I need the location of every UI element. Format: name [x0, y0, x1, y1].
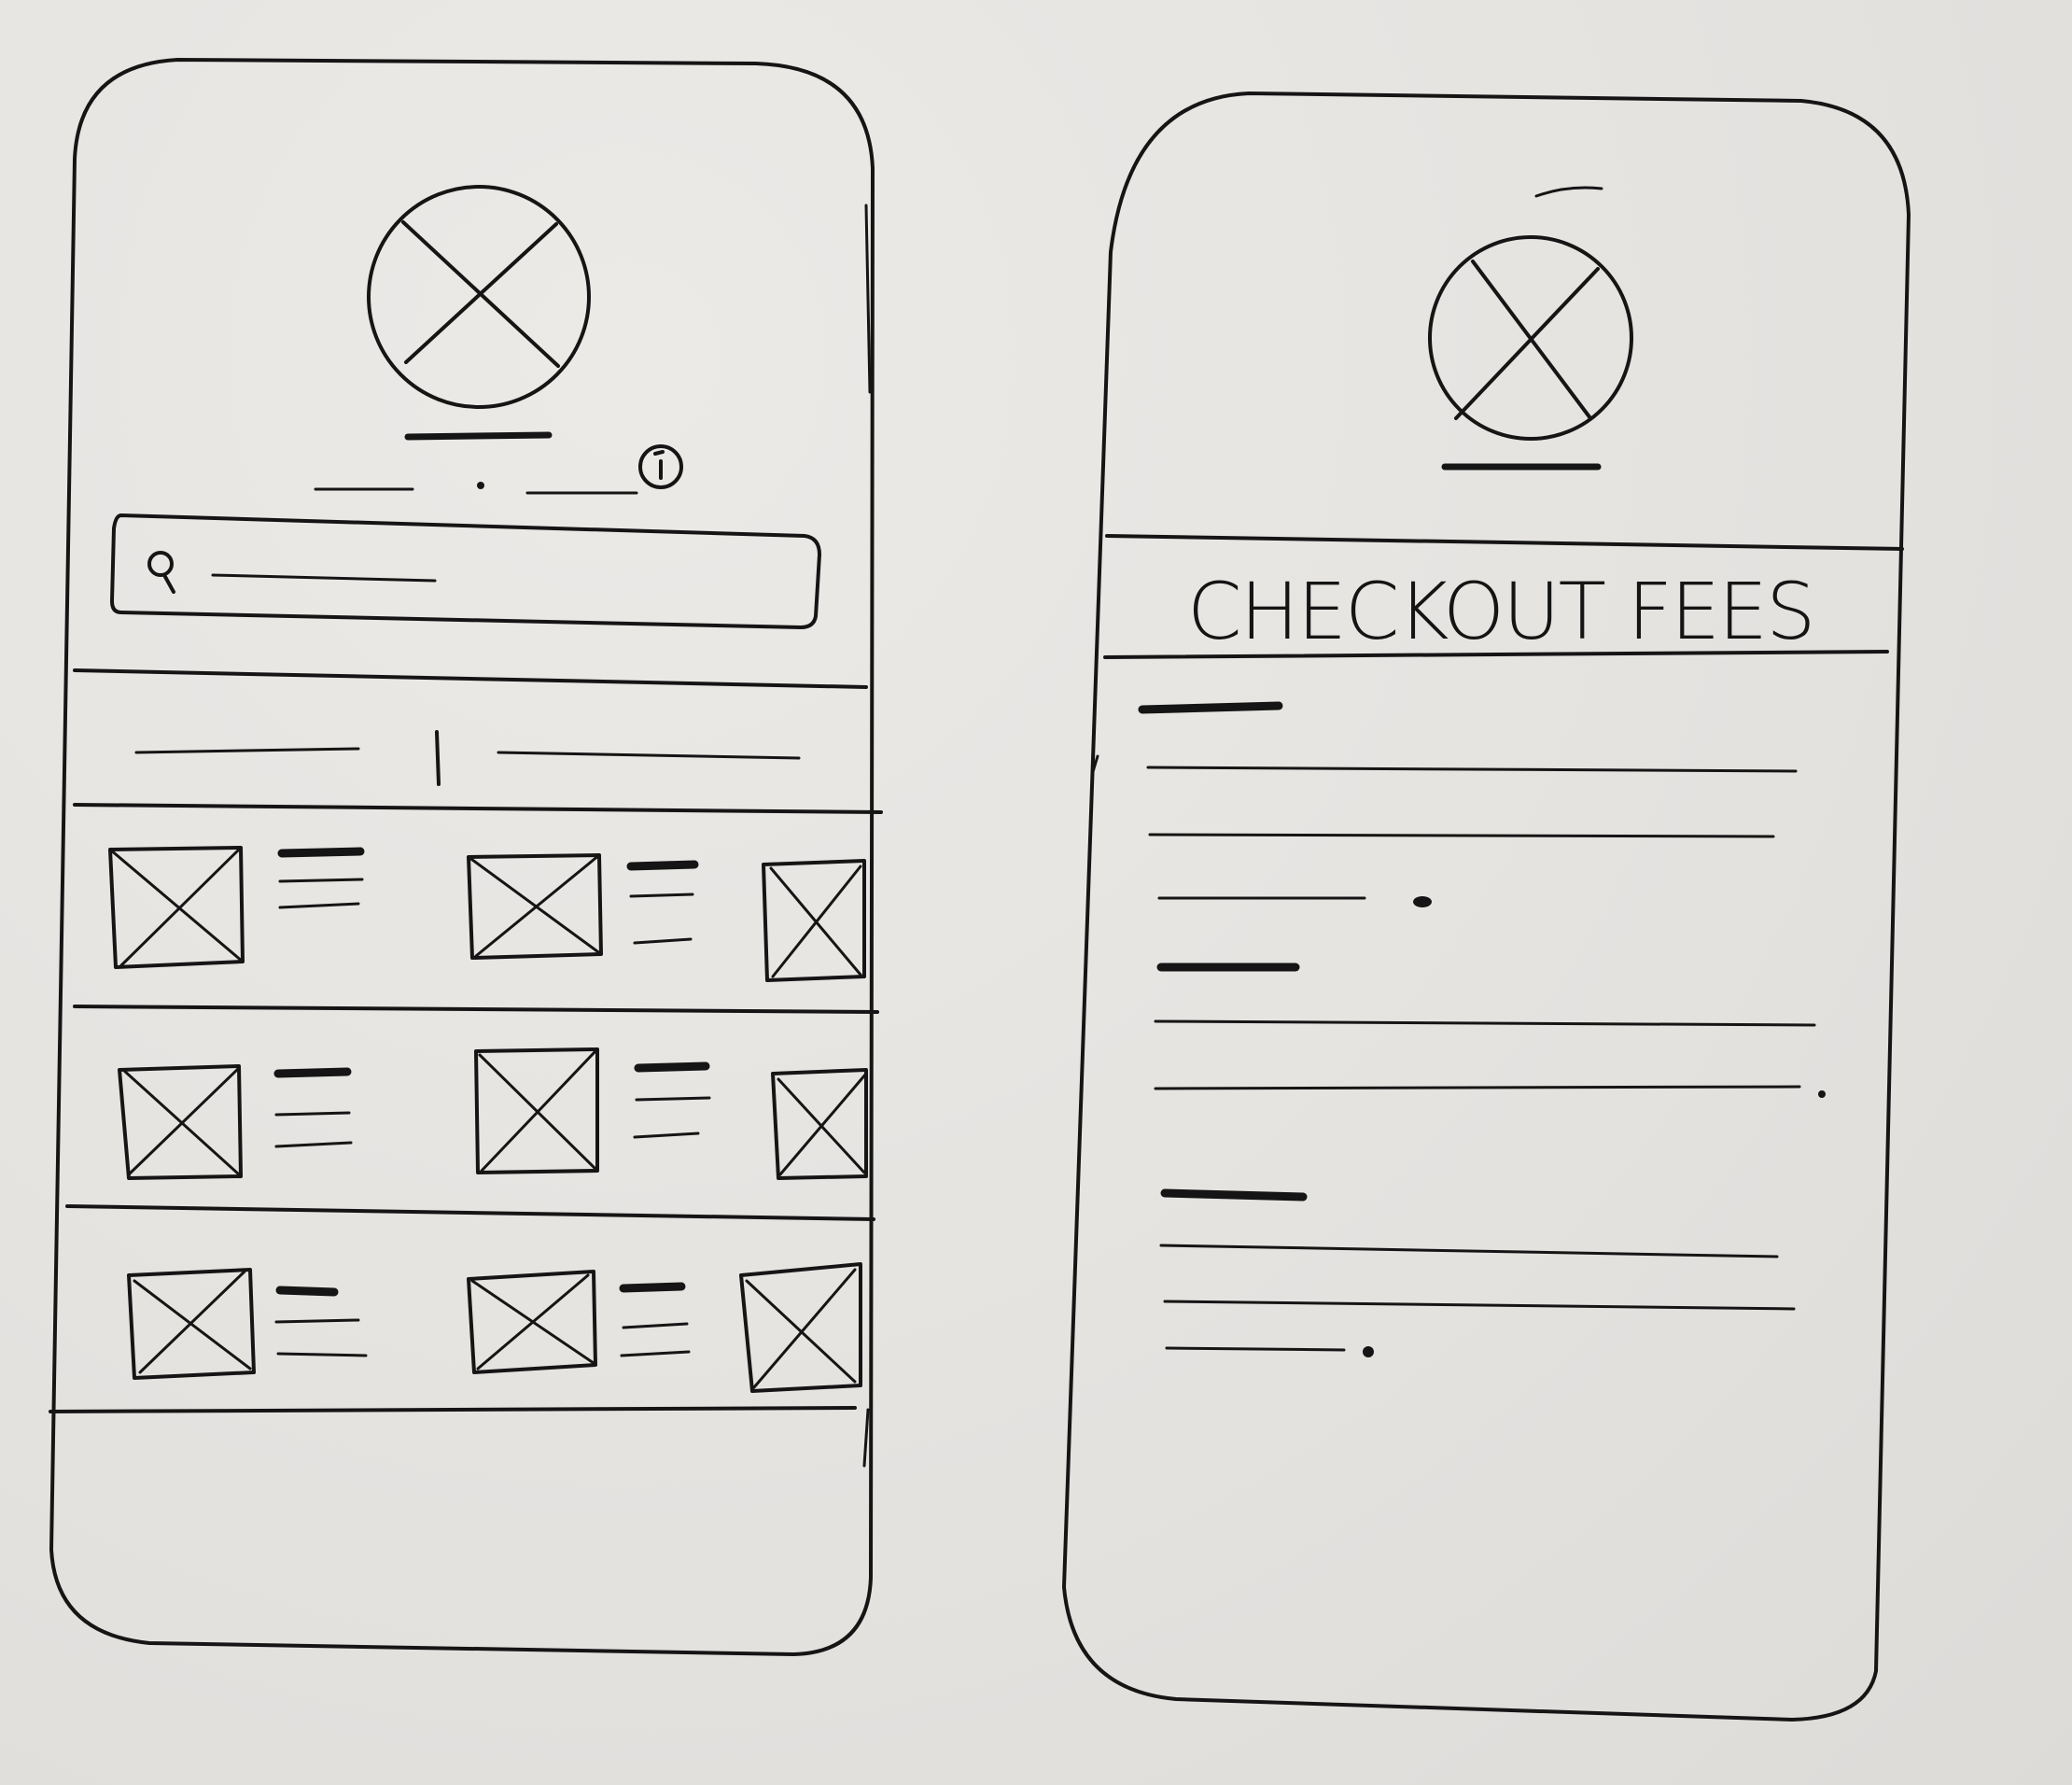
fee-line: [1159, 1244, 1779, 1258]
row-divider: [65, 1204, 875, 1221]
fee-group-heading: [1160, 1188, 1308, 1202]
segmented-tabs[interactable]: [134, 730, 801, 786]
tab-right[interactable]: [497, 751, 801, 760]
stray-line: [862, 1408, 870, 1468]
product-card[interactable]: [108, 846, 365, 969]
product-card-partial[interactable]: [762, 859, 866, 982]
profile-avatar[interactable]: [367, 185, 591, 409]
fee-line-end-dot: [1413, 896, 1432, 907]
fee-group: [1159, 1188, 1796, 1357]
phone-frame-store: [49, 58, 875, 1656]
phone-frame-checkout: [1062, 91, 1911, 1722]
product-card[interactable]: [474, 1047, 711, 1174]
fee-line: [1154, 1019, 1816, 1027]
header-divider: [73, 668, 868, 689]
product-card-partial[interactable]: [771, 1068, 868, 1180]
search-placeholder-line: [211, 573, 437, 583]
fee-line: [1165, 1346, 1346, 1352]
fee-group: [1138, 701, 1798, 907]
tab-separator: [435, 730, 441, 786]
fee-line: [1154, 1085, 1801, 1090]
search-input[interactable]: [110, 513, 821, 629]
profile-name-line: [404, 431, 553, 441]
checkout-header-top-border: [1105, 534, 1904, 551]
sketch-paper: CHECKOUT FEES: [0, 0, 2072, 1785]
fee-group-heading: [1138, 701, 1283, 714]
product-card[interactable]: [118, 1064, 353, 1180]
product-card[interactable]: [127, 1268, 368, 1380]
tab-left[interactable]: [134, 747, 360, 754]
fee-line: [1146, 766, 1798, 773]
tabs-divider: [73, 803, 883, 814]
product-card[interactable]: [467, 853, 699, 960]
fee-line-end-dot: [1818, 1090, 1826, 1098]
fee-line-end-dot: [1363, 1346, 1374, 1357]
fee-line: [1163, 1300, 1796, 1311]
fee-group: [1154, 963, 1826, 1098]
info-icon[interactable]: [638, 444, 683, 489]
checkout-fees-title: CHECKOUT FEES: [1187, 566, 1813, 657]
product-card-partial[interactable]: [739, 1262, 862, 1393]
row-divider: [73, 1005, 879, 1014]
fee-line: [1148, 833, 1775, 838]
search-icon: [147, 551, 175, 594]
wireframe-sketch: CHECKOUT FEES: [49, 58, 1911, 1722]
profile-meta-row: [314, 482, 638, 495]
product-card[interactable]: [467, 1270, 691, 1374]
merchant-avatar[interactable]: [1428, 235, 1633, 441]
list-bottom-divider: [49, 1406, 857, 1413]
